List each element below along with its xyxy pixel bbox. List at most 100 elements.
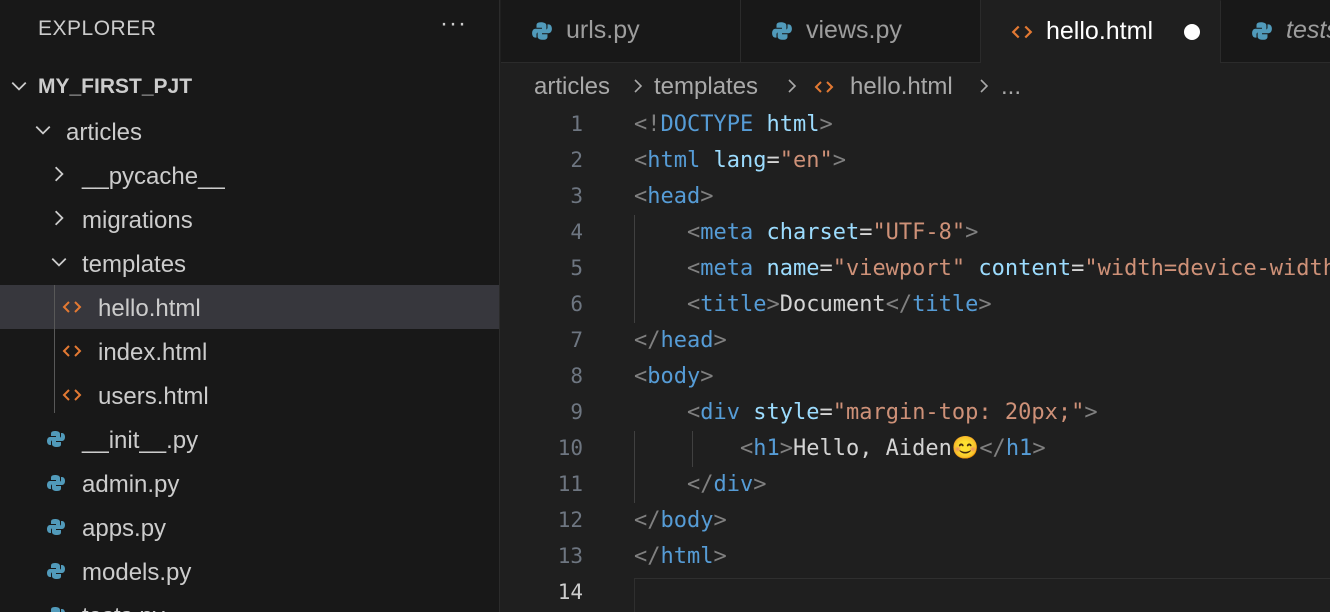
python-file-icon <box>532 22 552 40</box>
tab-tests-py[interactable]: tests.py <box>1221 0 1330 62</box>
folder-label: templates <box>82 251 187 278</box>
tab-urls-py[interactable]: urls.py <box>501 0 741 62</box>
file-users-html[interactable]: users.html <box>0 373 499 417</box>
tab-label: urls.py <box>566 16 640 44</box>
code-token: body <box>647 364 701 389</box>
python-file-icon <box>772 22 792 40</box>
code-line[interactable]: 13 </html> <box>501 540 1330 576</box>
code-editor[interactable]: 1 <!DOCTYPE html> 2 <html lang="en"> 3 <head>… <box>501 108 1330 612</box>
code-line[interactable]: 9 <div style="margin-top: 20px;"> <box>501 396 1330 432</box>
code-token: < <box>686 292 701 317</box>
code-token: </ <box>885 292 913 317</box>
project-root-label: MY_FIRST_PJT <box>38 75 193 98</box>
code-token: meta <box>700 220 754 245</box>
code-token: > <box>832 148 846 173</box>
code-line[interactable]: 5 <meta name="viewport" content="width=d… <box>501 252 1330 288</box>
code-token: > <box>753 472 767 497</box>
file-label: users.html <box>98 383 209 410</box>
code-token: content <box>978 256 1072 281</box>
breadcrumb-articles[interactable]: articles <box>534 73 610 101</box>
code-token: DOCTYPE <box>660 112 754 137</box>
line-number: 7 <box>570 328 583 352</box>
code-line[interactable]: 8 <body> <box>501 360 1330 396</box>
code-token: > <box>779 436 793 461</box>
html-file-icon <box>62 301 82 313</box>
breadcrumb: articles templates hello.html ... <box>501 64 1330 108</box>
folder-migrations[interactable]: migrations <box>0 197 499 241</box>
code-text: </div> <box>634 472 767 497</box>
file-hello-html[interactable]: hello.html <box>0 285 499 329</box>
code-token: </ <box>634 508 661 533</box>
code-token: </ <box>634 328 661 353</box>
python-file-icon <box>51 607 65 612</box>
code-token: </ <box>979 436 1006 461</box>
code-token: = <box>819 256 833 281</box>
project-root-folder[interactable]: MY_FIRST_PJT <box>0 66 499 108</box>
folder-articles[interactable]: articles <box>0 109 499 153</box>
file-tests-py[interactable]: tests.py <box>0 593 499 612</box>
python-file-icon <box>1252 22 1272 40</box>
code-text: <!DOCTYPE html> <box>634 112 833 137</box>
unsaved-dot-icon[interactable] <box>1184 24 1200 40</box>
code-token: "en" <box>779 148 833 173</box>
code-token: = <box>766 148 780 173</box>
code-text: </head> <box>634 328 727 353</box>
code-token: "width=device-width, initial-scale=1.0" <box>1084 256 1330 281</box>
breadcrumb-templates[interactable]: templates <box>654 73 758 101</box>
code-token: div <box>700 400 740 425</box>
line-number: 14 <box>557 580 583 604</box>
code-line[interactable]: 6 <title>Document</title> <box>501 288 1330 324</box>
code-token: h1 <box>753 436 780 461</box>
line-number: 13 <box>557 544 583 568</box>
code-token: "margin-top: 20px;" <box>832 400 1085 425</box>
code-line[interactable]: 11 </div> <box>501 468 1330 504</box>
line-number: 12 <box>557 508 583 532</box>
tab-label: hello.html <box>1046 17 1153 45</box>
line-number: 5 <box>570 256 583 280</box>
code-line[interactable]: 7 </head> <box>501 324 1330 360</box>
code-line[interactable]: 4 <meta charset="UTF-8"> <box>501 216 1330 252</box>
code-token: < <box>686 220 701 245</box>
line-number: 6 <box>570 292 583 316</box>
file-models-py[interactable]: models.py <box>0 549 499 593</box>
file-apps-py[interactable]: apps.py <box>0 505 499 549</box>
file-label: hello.html <box>98 295 201 322</box>
file-index-html[interactable]: index.html <box>0 329 499 373</box>
code-line[interactable]: 2 <html lang="en"> <box>501 144 1330 180</box>
code-line[interactable]: 12 </body> <box>501 504 1330 540</box>
code-token: head <box>660 328 714 353</box>
more-actions-button[interactable]: ··· <box>440 10 467 38</box>
folder-templates[interactable]: templates <box>0 241 499 285</box>
tab-hello-html[interactable]: hello.html <box>981 0 1221 63</box>
chevron-right-icon <box>980 79 989 93</box>
file-label: apps.py <box>82 515 167 542</box>
file-admin-py[interactable]: admin.py <box>0 461 499 505</box>
code-token: < <box>686 400 701 425</box>
tab-views-py[interactable]: views.py <box>741 0 981 62</box>
code-line[interactable]: 1 <!DOCTYPE html> <box>501 108 1330 144</box>
chevron-right-icon <box>788 79 797 93</box>
breadcrumb-hello-html[interactable]: hello.html <box>850 73 953 101</box>
code-token: html <box>647 148 701 173</box>
file-label: models.py <box>82 559 192 586</box>
file-init-py[interactable]: __init__.py <box>0 417 499 461</box>
code-token: > <box>700 184 714 209</box>
code-token: lang <box>713 148 767 173</box>
folder-pycache[interactable]: __pycache__ <box>0 153 499 197</box>
code-line[interactable]: 3 <head> <box>501 180 1330 216</box>
code-text: <meta charset="UTF-8"> <box>634 220 978 245</box>
code-line[interactable]: 10 <h1>Hello, Aiden😊</h1> <box>501 432 1330 468</box>
breadcrumb-more[interactable]: ... <box>1001 73 1021 101</box>
chevron-down-icon <box>35 125 51 135</box>
code-line[interactable]: 14 <box>501 576 1330 612</box>
code-token: </ <box>634 544 661 569</box>
line-number: 9 <box>570 400 583 424</box>
code-text: </body> <box>634 508 727 533</box>
python-file-icon <box>47 475 65 491</box>
code-token: < <box>634 148 648 173</box>
line-number: 1 <box>570 112 583 136</box>
